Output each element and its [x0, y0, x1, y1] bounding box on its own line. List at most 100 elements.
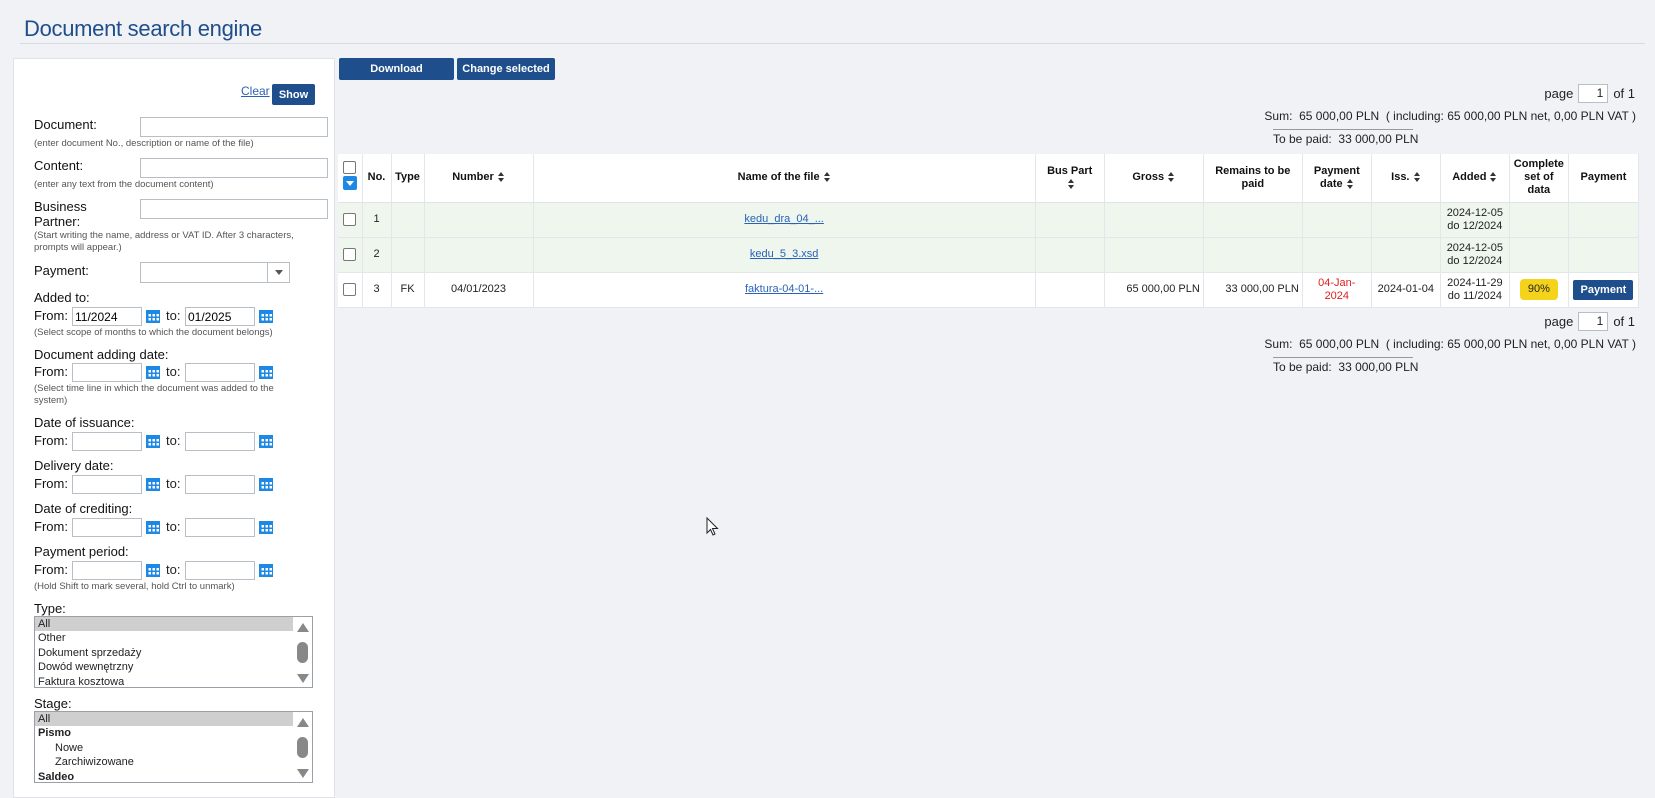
adding-date-to-input[interactable]	[185, 363, 255, 382]
header-payment: Payment	[1568, 154, 1640, 203]
scroll-up-icon[interactable]	[297, 623, 309, 632]
scroll-thumb[interactable]	[297, 737, 308, 758]
row-checkbox[interactable]	[343, 282, 357, 296]
stage-option[interactable]: Nowe	[35, 741, 293, 755]
header-file[interactable]: Name of the file	[533, 154, 1036, 203]
adding-date-from-input[interactable]	[72, 363, 142, 382]
header-added-label: Added	[1452, 171, 1487, 184]
type-option[interactable]: Dokument sprzedaży	[35, 646, 293, 660]
type-option[interactable]: All	[35, 617, 293, 632]
delivery-to-input[interactable]	[185, 475, 255, 494]
header-iss[interactable]: Iss.	[1371, 154, 1441, 203]
added-period: do 12/2024	[1447, 219, 1503, 232]
stage-option[interactable]: All	[35, 712, 293, 727]
payment-button[interactable]: Payment	[1573, 279, 1634, 300]
pager-top: page 1 of 1	[1544, 84, 1635, 103]
calendar-icon[interactable]	[146, 366, 160, 379]
cell-no: 3	[362, 272, 392, 308]
cell-complete: 90%	[1509, 272, 1569, 308]
document-input[interactable]	[140, 117, 328, 137]
cell-gross	[1104, 237, 1204, 273]
sort-icon[interactable]	[1490, 172, 1497, 183]
calendar-icon[interactable]	[259, 435, 273, 448]
scroll-down-icon[interactable]	[297, 769, 309, 778]
file-link[interactable]: kedu_dra_04_...	[744, 213, 824, 225]
calendar-icon[interactable]	[146, 478, 160, 491]
calendar-icon[interactable]	[259, 564, 273, 577]
cell-complete	[1509, 237, 1569, 273]
select-all-checkbox[interactable]	[343, 161, 357, 175]
calendar-icon[interactable]	[259, 478, 273, 491]
page-input[interactable]: 1	[1578, 312, 1609, 331]
to-be-paid-bottom: To be paid: 33 000,00 PLN	[1273, 357, 1418, 374]
cell-added: 2024-12-05 do 12/2024	[1440, 237, 1510, 273]
stage-scrollbar[interactable]	[294, 713, 311, 781]
header-number[interactable]: Number	[424, 154, 534, 203]
type-scrollbar[interactable]	[294, 618, 311, 686]
file-link[interactable]: kedu_5_3.xsd	[750, 248, 819, 260]
type-option[interactable]: Faktura kosztowa	[35, 675, 293, 687]
file-link[interactable]: faktura-04-01-...	[745, 283, 823, 295]
header-file-label: Name of the file	[737, 171, 820, 184]
to-be-paid-value: 33 000,00 PLN	[1338, 132, 1419, 146]
page-input[interactable]: 1	[1578, 84, 1609, 103]
table-row: 1 kedu_dra_04_... 2024-12-05 do 12/2024	[338, 202, 1640, 238]
sort-icon[interactable]	[1413, 172, 1421, 183]
added-to-from-input[interactable]	[72, 307, 142, 326]
sort-icon[interactable]	[1168, 172, 1175, 183]
cell-payment-date	[1302, 237, 1372, 273]
sort-icon[interactable]	[497, 172, 505, 183]
stage-option[interactable]: Zarchiwizowane	[35, 755, 293, 769]
clear-link[interactable]: Clear	[241, 84, 270, 98]
calendar-icon[interactable]	[146, 435, 160, 448]
header-gross-label: Gross	[1132, 171, 1165, 184]
calendar-icon[interactable]	[146, 521, 160, 534]
business-partner-input[interactable]	[140, 199, 328, 219]
calendar-icon[interactable]	[259, 521, 273, 534]
calendar-icon[interactable]	[146, 564, 160, 577]
scroll-up-icon[interactable]	[297, 718, 309, 727]
table-row: 3 FK 04/01/2023 faktura-04-01-... 65 000…	[338, 272, 1640, 308]
chevron-down-icon[interactable]	[267, 263, 289, 282]
select-menu-icon[interactable]	[342, 176, 357, 191]
delivery-from-input[interactable]	[72, 475, 142, 494]
issuance-from-input[interactable]	[72, 432, 142, 451]
stage-option[interactable]: Saldeo	[35, 770, 293, 782]
period-to-input[interactable]	[185, 561, 255, 580]
row-checkbox[interactable]	[343, 212, 357, 226]
type-option[interactable]: Dowód wewnętrzny	[35, 660, 293, 674]
crediting-to-input[interactable]	[185, 518, 255, 537]
show-button[interactable]: Show	[272, 84, 315, 105]
payment-select[interactable]	[140, 262, 290, 283]
added-to-label: Added to:	[34, 290, 90, 305]
row-checkbox[interactable]	[343, 247, 357, 261]
stage-listbox[interactable]: All Pismo Nowe Zarchiwizowane Saldeo	[34, 711, 313, 783]
cell-gross	[1104, 202, 1204, 238]
period-from-input[interactable]	[72, 561, 142, 580]
scroll-down-icon[interactable]	[297, 674, 309, 683]
scroll-thumb[interactable]	[297, 642, 308, 663]
crediting-from-input[interactable]	[72, 518, 142, 537]
sort-icon[interactable]	[823, 172, 831, 183]
header-added[interactable]: Added	[1440, 154, 1510, 203]
calendar-icon[interactable]	[146, 310, 160, 323]
type-option[interactable]: Other	[35, 631, 293, 645]
calendar-icon[interactable]	[259, 366, 273, 379]
header-gross[interactable]: Gross	[1104, 154, 1204, 203]
sum-value: 65 000,00 PLN	[1299, 337, 1380, 351]
header-bus-part[interactable]: Bus Part	[1035, 154, 1105, 203]
document-label: Document:	[34, 117, 97, 132]
calendar-icon[interactable]	[259, 310, 273, 323]
issuance-to-input[interactable]	[185, 432, 255, 451]
stage-option[interactable]: Pismo	[35, 726, 293, 740]
added-to-to-input[interactable]	[185, 307, 255, 326]
sum-label: Sum:	[1264, 109, 1293, 123]
payment-date-part1: 04-Jan-	[1318, 276, 1356, 289]
type-listbox[interactable]: All Other Dokument sprzedaży Dowód wewnę…	[34, 616, 313, 688]
sort-icon[interactable]	[1068, 178, 1075, 189]
change-selected-button[interactable]: Change selected	[457, 58, 555, 80]
header-payment-date[interactable]: Payment date	[1302, 154, 1372, 203]
sort-icon[interactable]	[1346, 178, 1354, 189]
content-input[interactable]	[140, 158, 328, 178]
download-button[interactable]: Download	[339, 58, 454, 80]
